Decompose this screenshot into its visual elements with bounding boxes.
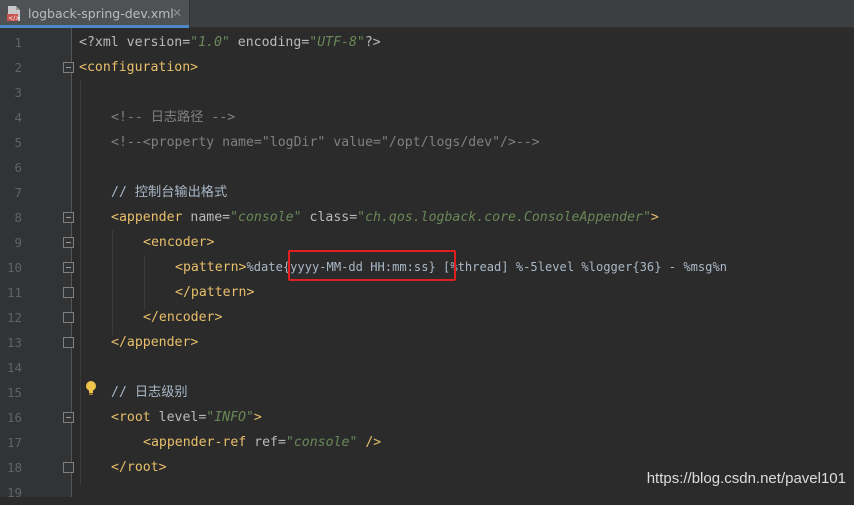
code-comment[interactable]: <!-- 日志路径 --> [111,105,235,130]
code-line-2: 2 <configuration> [0,55,854,80]
code-line-3: 3 [0,80,854,105]
code-text[interactable]: </root> [111,455,167,480]
tag-close: /> [357,435,382,450]
code-line-5: 5 <!--<property name="logDir" value="/op… [0,130,854,155]
fold-toggle-icon[interactable] [63,237,74,248]
highlight-annotation-box [288,250,456,281]
attr-name: class= [301,210,358,225]
attr-name: encoding= [229,35,310,50]
line-number: 13 [6,335,22,350]
tag-close: > [650,210,659,225]
tab-logback-spring-dev-xml[interactable]: </> logback-spring-dev.xml ✕ [0,0,190,28]
tag-encoder-close: </encoder> [143,310,223,325]
line-number: 9 [14,235,22,250]
tag-appender-ref: <appender-ref [143,435,247,450]
tag-pattern-close: </pattern> [175,285,255,300]
line-number: 18 [6,460,22,475]
fold-toggle-icon[interactable] [63,62,74,73]
tag-appender-close: </appender> [111,335,199,350]
code-text[interactable]: // 控制台输出格式 [111,180,227,205]
fold-toggle-icon[interactable] [63,262,74,273]
line-number: 14 [6,360,22,375]
attr-value: "UTF-8" [309,35,365,50]
code-comment[interactable]: <!--<property name="logDir" value="/opt/… [111,130,540,155]
code-text[interactable]: <configuration> [79,55,198,80]
close-tab-icon[interactable]: ✕ [170,6,184,20]
line-number: 19 [6,485,22,500]
line-number: 15 [6,385,22,400]
attr-value: "ch.qos.logback.core.ConsoleAppender" [357,210,651,225]
attr-name: level= [150,410,207,425]
code-line-12: 12 </encoder> [0,305,854,330]
tag-appender: <appender [111,210,183,225]
line-number: 11 [6,285,22,300]
code-line-7: 7 // 控制台输出格式 [0,180,854,205]
code-text[interactable]: </encoder> [143,305,222,330]
xml-declaration-open: <?xml version= [79,35,191,50]
svg-text:</>: </> [8,15,20,22]
code-line-8: 8 <appender name="console" class="ch.qos… [0,205,854,230]
line-number: 17 [6,435,22,450]
code-line-17: 17 <appender-ref ref="console" /> [0,430,854,455]
xml-declaration-close: ?> [364,35,381,50]
code-text[interactable]: <appender-ref ref="console" /> [143,430,381,455]
code-text[interactable]: // 日志级别 [111,380,188,405]
fold-end-icon[interactable] [63,287,74,298]
tag-configuration: <configuration> [79,60,199,75]
attr-value: "1.0" [190,35,230,50]
tab-label: logback-spring-dev.xml [28,6,174,21]
line-number: 5 [14,135,22,150]
code-text[interactable]: </appender> [111,330,198,355]
fold-end-icon[interactable] [63,462,74,473]
code-line-16: 16 <root level="INFO"> [0,405,854,430]
line-number: 2 [14,60,22,75]
xml-file-icon: </> [7,6,20,22]
attr-value: "INFO" [206,410,254,425]
tag-root: <root [111,410,151,425]
fold-toggle-icon[interactable] [63,412,74,423]
line-number: 6 [14,160,22,175]
watermark-text: https://blog.csdn.net/pavel101 [646,470,846,487]
fold-end-icon[interactable] [63,312,74,323]
lightbulb-icon[interactable] [84,380,98,396]
line-number: 4 [14,110,22,125]
attr-value: "console" [285,435,358,450]
code-line-13: 13 </appender> [0,330,854,355]
fold-end-icon[interactable] [63,337,74,348]
line-number: 12 [6,310,22,325]
code-line-6: 6 [0,155,854,180]
editor-tab-bar: </> logback-spring-dev.xml ✕ [0,0,854,28]
line-number: 7 [14,185,22,200]
code-text[interactable]: <encoder> [143,230,214,255]
line-number: 16 [6,410,22,425]
attr-name: name= [182,210,231,225]
code-text[interactable]: </pattern> [175,280,254,305]
code-text[interactable]: <appender name="console" class="ch.qos.l… [111,205,659,230]
code-line-14: 14 [0,355,854,380]
line-number: 10 [6,260,22,275]
code-line-11: 11 </pattern> [0,280,854,305]
line-number: 1 [14,35,22,50]
code-line-15: 15 // 日志级别 [0,380,854,405]
code-text[interactable]: <root level="INFO"> [111,405,262,430]
attr-value: "console" [230,210,302,225]
code-text[interactable]: <?xml version="1.0" encoding="UTF-8"?> [79,30,381,55]
line-number: 3 [14,85,22,100]
tag-encoder: <encoder> [143,235,215,250]
tag-root-close: </root> [111,460,167,475]
tag-pattern: <pattern> [175,260,247,275]
line-number: 8 [14,210,22,225]
fold-toggle-icon[interactable] [63,212,74,223]
tag-close: > [253,410,262,425]
attr-name: ref= [246,435,286,450]
code-line-4: 4 <!-- 日志路径 --> [0,105,854,130]
code-line-1: 1 <?xml version="1.0" encoding="UTF-8"?> [0,30,854,55]
